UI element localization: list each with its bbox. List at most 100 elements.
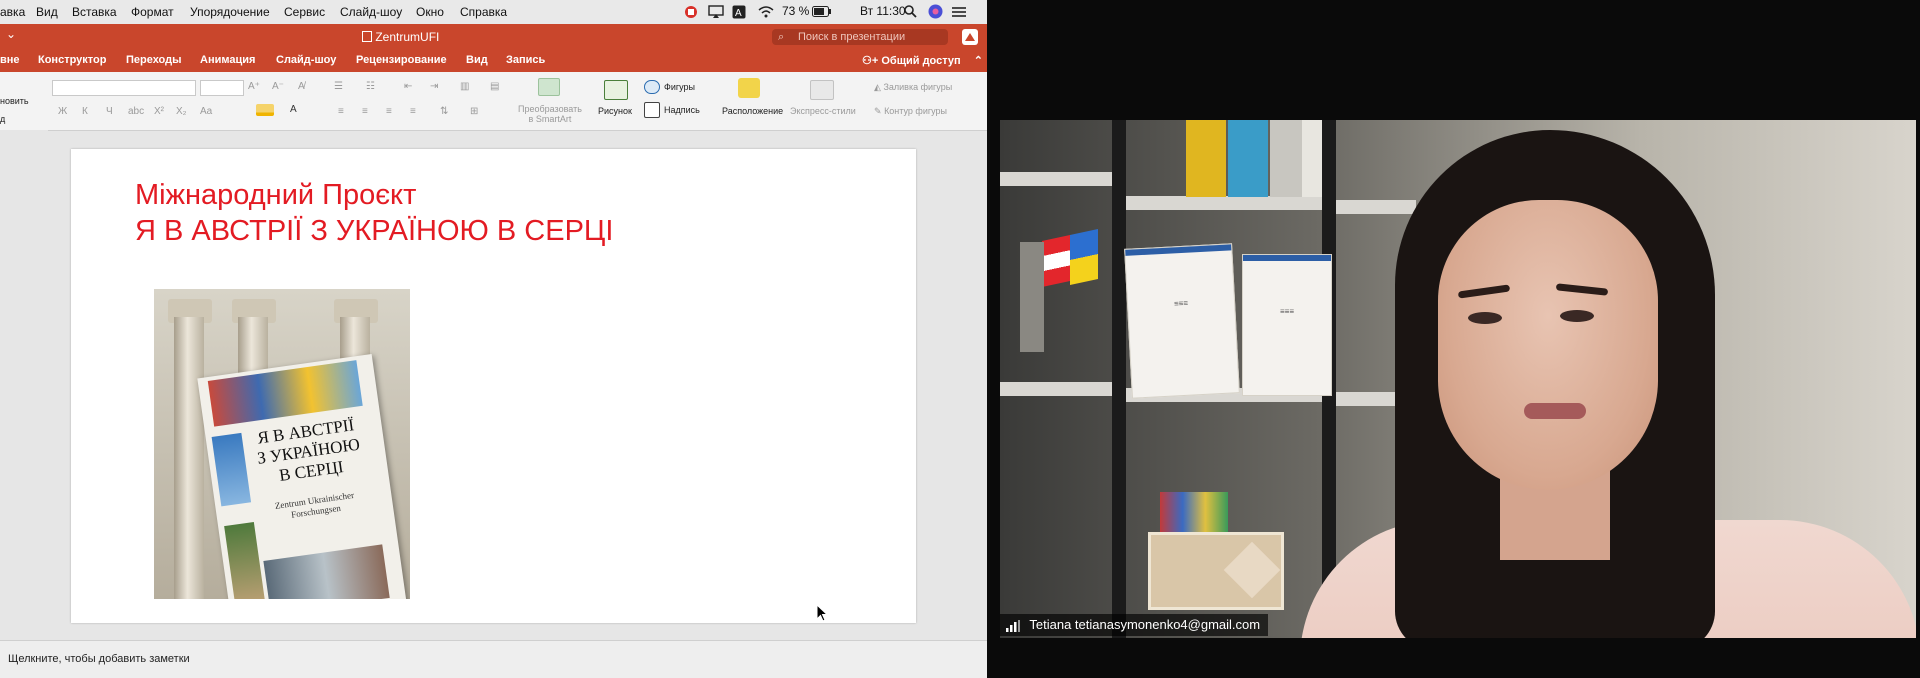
document-title-text: ZentrumUFI bbox=[375, 30, 440, 44]
shelf-board bbox=[1126, 196, 1322, 210]
participant-name: Tetiana tetianasymonenko4@gmail.com bbox=[1029, 617, 1261, 632]
shape-outline-label[interactable]: ✎ Контур фигуры bbox=[874, 106, 947, 117]
menu-item-view[interactable]: Вид bbox=[36, 5, 58, 19]
slide-thumbnails-pane[interactable] bbox=[0, 130, 48, 640]
restore-label[interactable]: новить bbox=[0, 96, 29, 106]
line-spacing-icon[interactable]: ▤ bbox=[490, 81, 499, 92]
convert-to-smartart-label[interactable]: Преобразовать в SmartArt bbox=[518, 104, 582, 124]
smartart-icon[interactable] bbox=[538, 78, 560, 96]
tab-record[interactable]: Запись bbox=[506, 54, 545, 66]
spotlight-search-icon[interactable] bbox=[904, 5, 917, 18]
tab-review[interactable]: Рецензирование bbox=[356, 54, 447, 66]
subscript-button[interactable]: X₂ bbox=[176, 106, 187, 117]
quick-styles-label[interactable]: Экспресс-стили bbox=[790, 106, 856, 116]
indent-icon[interactable]: ⇥ bbox=[430, 81, 438, 92]
menu-item-help[interactable]: Справка bbox=[460, 5, 507, 19]
arrange-label[interactable]: Расположение bbox=[722, 106, 783, 116]
decrease-font-icon[interactable]: A⁻ bbox=[272, 81, 284, 92]
document-icon bbox=[362, 31, 372, 42]
siri-icon[interactable] bbox=[928, 4, 943, 19]
align-left-icon[interactable]: ≡ bbox=[338, 106, 344, 117]
font-family-select[interactable] bbox=[52, 80, 196, 96]
highlight-icon[interactable] bbox=[256, 104, 274, 116]
align-right-icon[interactable]: ≡ bbox=[386, 106, 392, 117]
align-text-icon[interactable]: ⊞ bbox=[470, 106, 478, 117]
airplay-icon[interactable] bbox=[708, 5, 724, 19]
participant-video-tile[interactable]: ≡≡≡ ≡≡≡ Tetiana tetianasymonenko4@gmail.… bbox=[1000, 120, 1916, 638]
shapes-icon[interactable] bbox=[644, 80, 660, 94]
numbering-icon[interactable]: ☷ bbox=[366, 81, 375, 92]
shape-fill-text: Заливка фигуры bbox=[883, 82, 953, 92]
tab-animations[interactable]: Анимация bbox=[200, 54, 255, 66]
superscript-button[interactable]: X² bbox=[154, 106, 164, 117]
share-button[interactable]: ⚇+ Общий доступ ⌃ bbox=[862, 54, 983, 67]
menu-item-insert[interactable]: Вставка bbox=[72, 5, 117, 19]
tab-home[interactable]: вне bbox=[0, 54, 20, 66]
quick-styles-icon[interactable] bbox=[810, 80, 834, 100]
textbox-label[interactable]: Надпись bbox=[664, 105, 700, 115]
menu-item-window[interactable]: Окно bbox=[416, 5, 444, 19]
trophy bbox=[1020, 242, 1044, 352]
italic-button[interactable]: К bbox=[82, 106, 88, 117]
notes-placeholder[interactable]: Щелкните, чтобы добавить заметки bbox=[8, 653, 190, 665]
picture-label[interactable]: Рисунок bbox=[598, 106, 632, 116]
underline-button[interactable]: Ч bbox=[106, 106, 113, 117]
font-size-select[interactable] bbox=[200, 80, 244, 96]
menu-item-edit[interactable]: авка bbox=[0, 5, 25, 19]
section-label[interactable]: д bbox=[0, 114, 5, 124]
certificate-text: ≡≡≡ bbox=[1173, 298, 1189, 309]
books-row bbox=[1160, 492, 1228, 532]
notes-pane[interactable]: Щелкните, чтобы добавить заметки bbox=[0, 640, 987, 678]
columns-icon[interactable]: ▥ bbox=[460, 81, 469, 92]
align-center-icon[interactable]: ≡ bbox=[362, 106, 368, 117]
bullets-icon[interactable]: ☰ bbox=[334, 81, 343, 92]
participant-eye bbox=[1560, 310, 1594, 322]
binder bbox=[1228, 120, 1268, 197]
input-source-icon[interactable]: A bbox=[732, 5, 746, 19]
justify-icon[interactable]: ≡ bbox=[410, 106, 416, 117]
account-icon[interactable] bbox=[962, 29, 978, 45]
slide-title-line2[interactable]: Я В АВСТРІЇ З УКРАЇНОЮ В СЕРЦІ bbox=[135, 215, 613, 248]
shapes-label[interactable]: Фигуры bbox=[664, 82, 695, 92]
change-case-button[interactable]: Aa bbox=[200, 106, 212, 117]
quick-access-icon[interactable]: ⌄ bbox=[6, 27, 16, 41]
shape-fill-label[interactable]: ◭ Заливка фигуры bbox=[874, 82, 952, 93]
text-direction-icon[interactable]: ⇅ bbox=[440, 106, 448, 117]
arrange-icon[interactable] bbox=[738, 78, 760, 98]
menu-item-arrange[interactable]: Упорядочение bbox=[190, 5, 270, 19]
menu-item-slideshow[interactable]: Слайд-шоу bbox=[340, 5, 402, 19]
ukraine-flag bbox=[1070, 229, 1098, 285]
clear-format-icon[interactable]: A̸ bbox=[298, 81, 305, 92]
cover-photo bbox=[263, 544, 390, 599]
menu-item-tools[interactable]: Сервис bbox=[284, 5, 325, 19]
document-title: ZentrumUFI bbox=[362, 30, 439, 44]
slide-canvas[interactable]: Міжнародний Проєкт Я В АВСТРІЇ З УКРАЇНО… bbox=[71, 149, 916, 623]
participant-mouth bbox=[1524, 403, 1586, 419]
search-placeholder: Поиск в презентации bbox=[798, 31, 906, 43]
book-photo[interactable]: Я В АВСТРІЇ З УКРАЇНОЮ В СЕРЦІ Zentrum U… bbox=[154, 289, 410, 599]
tab-design[interactable]: Конструктор bbox=[38, 54, 106, 66]
battery-icon[interactable] bbox=[812, 6, 832, 17]
menu-item-format[interactable]: Формат bbox=[131, 5, 174, 19]
wifi-icon[interactable] bbox=[758, 5, 774, 18]
increase-font-icon[interactable]: A⁺ bbox=[248, 81, 260, 92]
screen-share-status-icon[interactable] bbox=[684, 5, 698, 19]
tab-view[interactable]: Вид bbox=[466, 54, 488, 66]
tab-transitions[interactable]: Переходы bbox=[126, 54, 182, 66]
search-input[interactable]: ⌕ Поиск в презентации bbox=[772, 29, 948, 45]
ribbon-toolbar: новить д A⁺ A⁻ A̸ Ж К Ч abc X² X₂ Aa A ☰… bbox=[0, 72, 987, 131]
tab-slideshow[interactable]: Слайд-шоу bbox=[276, 54, 336, 66]
picture-icon[interactable] bbox=[604, 80, 628, 100]
slide-title-line1[interactable]: Міжнародний Проєкт bbox=[135, 179, 416, 212]
control-center-icon[interactable] bbox=[952, 6, 966, 18]
clock[interactable]: Вт 11:30 bbox=[860, 4, 906, 18]
bold-button[interactable]: Ж bbox=[58, 106, 67, 117]
cover-photo bbox=[224, 522, 267, 599]
outdent-icon[interactable]: ⇤ bbox=[404, 81, 412, 92]
font-color-icon[interactable]: A bbox=[290, 104, 297, 115]
shape-outline-text: Контур фигуры bbox=[884, 106, 947, 116]
textbox-icon[interactable] bbox=[644, 102, 660, 118]
strikethrough-button[interactable]: abc bbox=[128, 106, 144, 117]
svg-text:A: A bbox=[735, 8, 742, 19]
binder bbox=[1302, 120, 1322, 197]
